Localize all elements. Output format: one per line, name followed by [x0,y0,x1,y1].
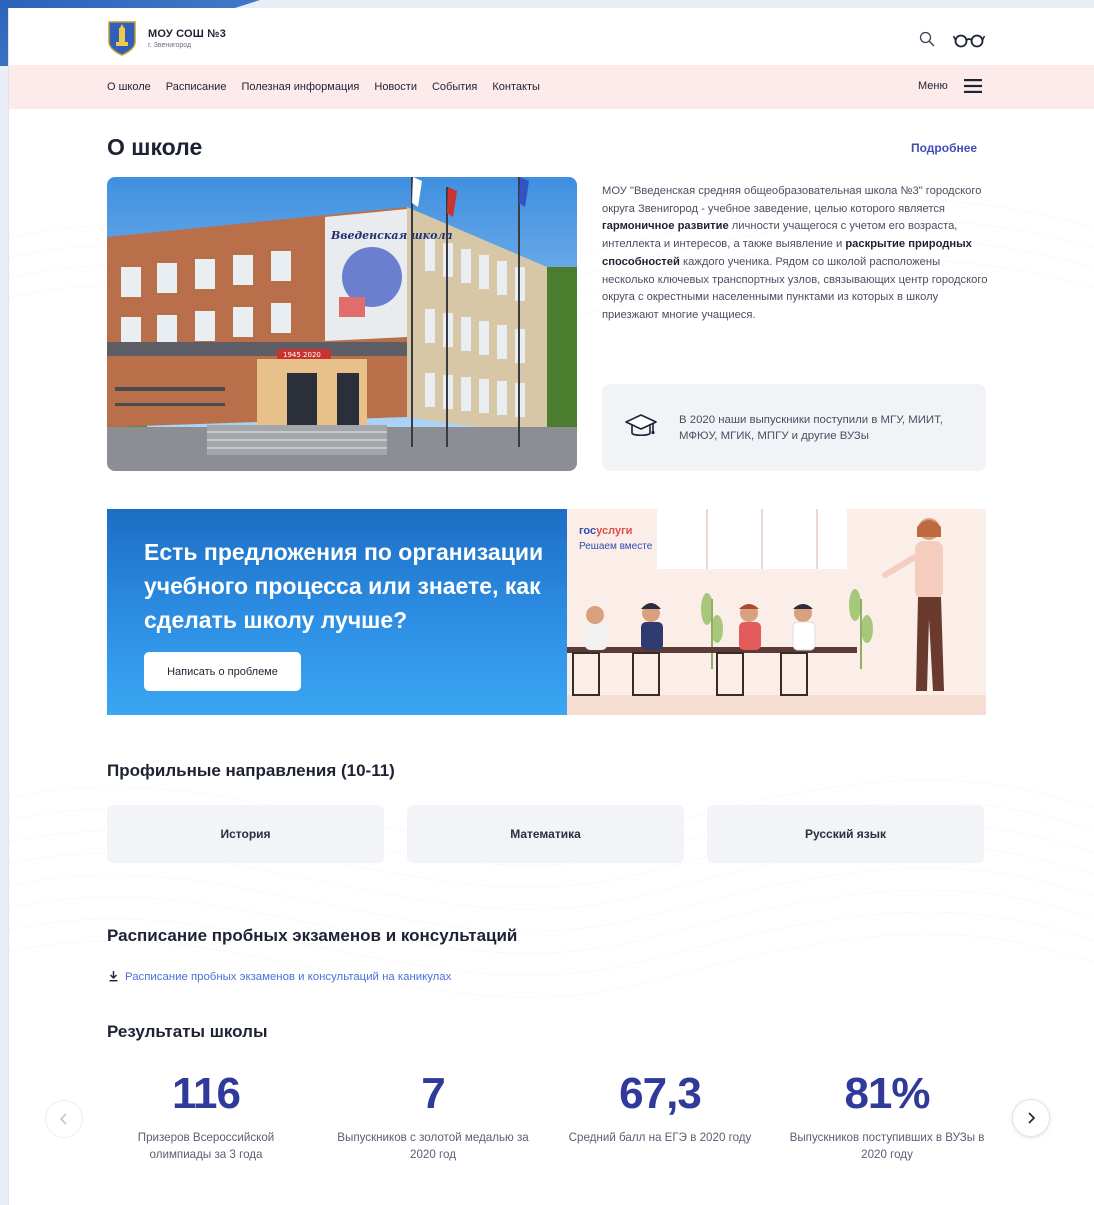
school-photo: Введенская школа 1945 2020 [107,177,577,471]
graduates-card: В 2020 наши выпускники поступили в МГУ, … [602,384,986,471]
about-description: МОУ "Введенская средняя общеобразователь… [602,183,988,325]
about-title: О школе [107,134,203,160]
more-link[interactable]: Подробнее [911,141,977,155]
gosuslugi-logo-part-uslugi: услуги [596,525,633,537]
schedule-title: Расписание пробных экзаменов и консульта… [107,926,518,945]
gosuslugi-logo[interactable]: госуслуги [579,525,632,537]
school-sign-text: Введенская школа [330,229,453,242]
stat-label: Выпускников поступивших в ВУЗы в 2020 го… [789,1131,985,1161]
banner-title: Есть предложения по организации учебного… [144,539,544,633]
schedule-download-link[interactable]: Расписание пробных экзаменов и консульта… [125,971,451,983]
stat-label: Выпускников с золотой медалью за 2020 го… [337,1131,529,1161]
site-header: МОУ СОШ №3 г. Звенигород [9,8,1094,65]
nav-item-news[interactable]: Новости [374,81,417,93]
stat-value: 116 [172,1069,241,1118]
banner-illustration: госуслуги Решаем вместе [567,509,986,715]
stat-value: 81% [844,1069,930,1118]
city-crest-icon[interactable] [107,20,137,56]
graduation-cap-icon [625,414,657,437]
hamburger-menu-icon[interactable] [964,79,982,93]
profile-title: Профильные направления (10-11) [107,761,395,780]
logo-subtitle: г. Звенигород [148,42,192,49]
carousel-prev-button[interactable] [45,1100,83,1138]
stat-label: Призеров Всероссийской олимпиады за 3 го… [137,1131,275,1161]
nav-item-schedule[interactable]: Расписание [166,81,227,93]
accessibility-glasses-icon[interactable] [953,32,985,48]
results-title: Результаты школы [107,1022,268,1041]
stat-gold-medal: 7 Выпускников с золотой медалью за 2020 … [333,1068,533,1163]
gosuslugi-tagline: Решаем вместе [579,541,653,552]
stat-ege-score: 67,3 Средний балл на ЕГЭ в 2020 году [560,1068,760,1147]
gosuslugi-logo-part-gos: гос [579,525,597,537]
menu-label[interactable]: Меню [918,80,948,92]
logo-title[interactable]: МОУ СОШ №3 [148,28,226,40]
stat-olympiad: 116 Призеров Всероссийской олимпиады за … [106,1068,306,1163]
nav-item-events[interactable]: События [432,81,477,93]
photo-banner-text: 1945 2020 [283,351,321,359]
profile-card-history[interactable]: История [107,805,384,863]
about-text-part-1: МОУ "Введенская средняя общеобразователь… [602,185,982,215]
stat-label: Средний балл на ЕГЭ в 2020 году [568,1131,752,1144]
stat-value: 7 [421,1069,445,1118]
nav-item-about[interactable]: О школе [107,81,151,93]
write-problem-button[interactable]: Написать о проблеме [144,652,301,691]
search-icon[interactable] [919,31,935,47]
page: МОУ СОШ №3 г. Звенигород О школе Расписа… [8,8,1094,1205]
profile-card-russian[interactable]: Русский язык [707,805,984,863]
chevron-right-icon [1028,1112,1036,1124]
profile-card-math[interactable]: Математика [407,805,684,863]
nav-item-useful-info[interactable]: Полезная информация [241,81,359,93]
chevron-left-icon [59,1113,67,1125]
carousel-next-button[interactable] [1012,1099,1050,1137]
feedback-banner: Есть предложения по организации учебного… [107,509,986,715]
nav-item-contacts[interactable]: Контакты [492,81,540,93]
download-icon[interactable] [109,971,118,982]
about-text-bold-1: гармоничное развитие [602,220,729,233]
stat-value: 67,3 [619,1069,702,1118]
main-nav: О школе Расписание Полезная информация Н… [9,65,1094,109]
banner-left-panel: Есть предложения по организации учебного… [107,509,567,715]
graduates-text: В 2020 наши выпускники поступили в МГУ, … [679,414,943,442]
stat-university: 81% Выпускников поступивших в ВУЗы в 202… [787,1068,987,1163]
